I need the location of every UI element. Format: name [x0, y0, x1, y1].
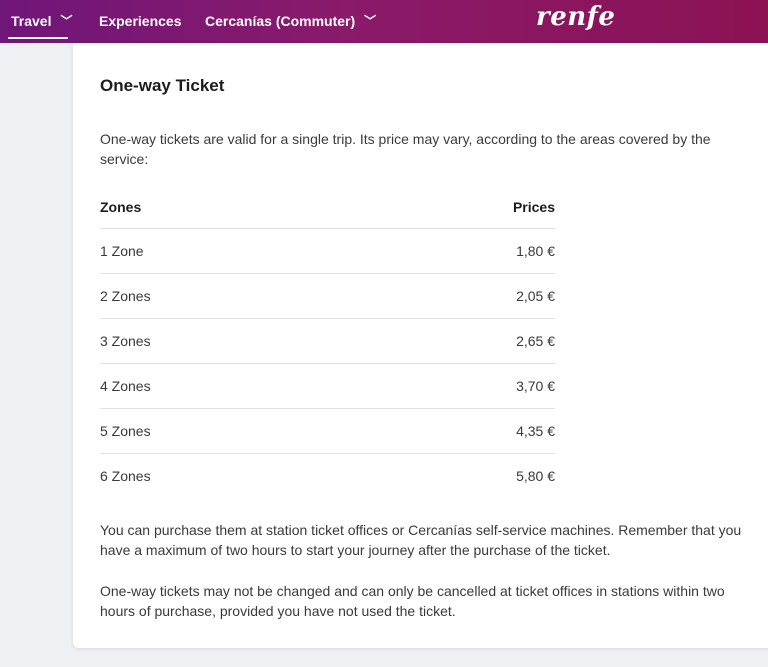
price-cell: 2,65 € [348, 318, 555, 364]
nav-experiences-label: Experiences [99, 13, 182, 29]
nav-travel-label: Travel [11, 13, 52, 29]
table-row: 6 Zones 5,80 € [100, 454, 555, 499]
ticket-info-card: One-way Ticket One-way tickets are valid… [73, 43, 768, 648]
zone-cell: 1 Zone [100, 228, 349, 274]
purchase-note: You can purchase them at station ticket … [100, 522, 742, 558]
table-header-row: Zones Prices [100, 185, 555, 229]
card-title: One-way Ticket [100, 76, 225, 95]
top-nav-bar: Travel ﹀ Experiences Cercanías (Commuter)… [0, 0, 768, 43]
price-cell: 4,35 € [348, 408, 555, 454]
zone-cell: 2 Zones [100, 273, 349, 319]
table-row: 5 Zones 4,35 € [100, 408, 555, 454]
table-row: 3 Zones 2,65 € [100, 318, 555, 364]
zones-column-header: Zones [100, 185, 349, 229]
nav-experiences-link[interactable]: Experiences [99, 0, 182, 43]
renfe-logo[interactable]: renfe [536, 2, 615, 32]
intro-paragraph: One-way tickets are valid for a single t… [100, 131, 711, 167]
table-row: 2 Zones 2,05 € [100, 273, 555, 319]
price-cell: 1,80 € [348, 228, 555, 274]
price-cell: 5,80 € [516, 468, 555, 484]
active-tab-underline [8, 37, 68, 39]
zone-cell: 5 Zones [100, 408, 349, 454]
chevron-down-icon: ﹀ [364, 14, 377, 28]
zone-cell: 4 Zones [100, 363, 349, 409]
nav-cercanias-menu[interactable]: Cercanías (Commuter) ﹀ [205, 0, 376, 43]
price-cell: 3,70 € [348, 363, 555, 409]
zones-price-table: Zones Prices 1 Zone 1,80 € 2 Zones 2,05 … [100, 185, 555, 498]
nav-travel-menu[interactable]: Travel ﹀ [8, 0, 73, 43]
table-row: 4 Zones 3,70 € [100, 363, 555, 409]
prices-column-header: Prices [348, 185, 555, 229]
nav-cercanias-label: Cercanías (Commuter) [205, 13, 356, 29]
table-row: 1 Zone 1,80 € [100, 228, 555, 274]
price-cell: 2,05 € [348, 273, 555, 319]
change-note: One-way tickets may not be changed and c… [100, 583, 725, 619]
zone-cell: 6 Zones [100, 468, 151, 484]
zone-cell: 3 Zones [100, 318, 349, 364]
